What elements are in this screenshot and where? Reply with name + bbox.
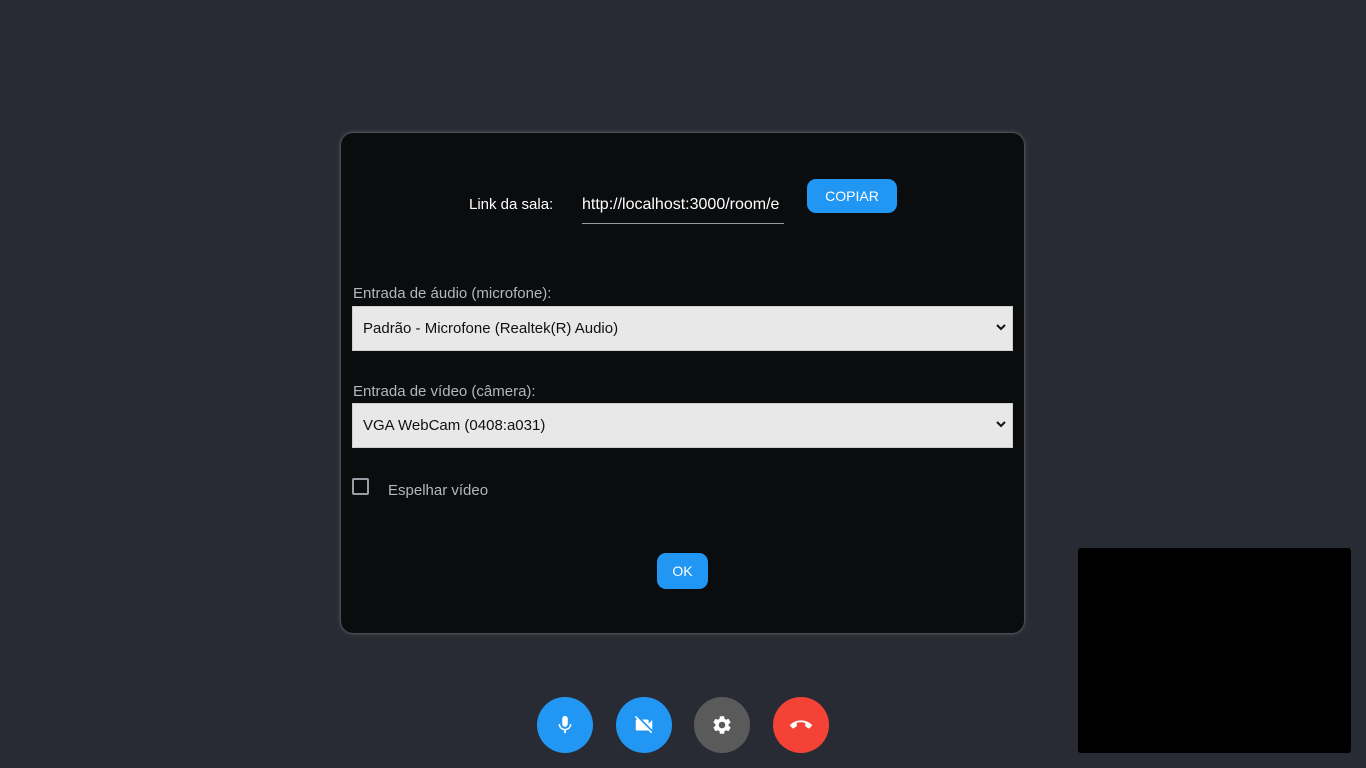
- microphone-button[interactable]: [537, 697, 593, 753]
- mirror-video-checkbox[interactable]: [352, 478, 369, 495]
- hang-up-icon: [790, 720, 812, 729]
- video-input-label: Entrada de vídeo (câmera):: [353, 383, 536, 400]
- video-input-select[interactable]: VGA WebCam (0408:a031): [352, 403, 1013, 448]
- gear-icon: [713, 716, 731, 734]
- room-link-input[interactable]: [582, 187, 784, 224]
- audio-input-select[interactable]: Padrão - Microfone (Realtek(R) Audio): [352, 306, 1013, 351]
- settings-button[interactable]: [694, 697, 750, 753]
- copy-button[interactable]: COPIAR: [807, 179, 897, 213]
- audio-input-value: Padrão - Microfone (Realtek(R) Audio): [363, 320, 619, 337]
- microphone-icon: [558, 715, 572, 734]
- ok-button[interactable]: OK: [657, 553, 708, 589]
- mirror-video-label[interactable]: Espelhar vídeo: [388, 482, 488, 499]
- chevron-down-icon: [996, 324, 1006, 331]
- camera-button[interactable]: [616, 697, 672, 753]
- settings-dialog: Link da sala: COPIAR Entrada de áudio (m…: [341, 133, 1024, 633]
- video-input-value: VGA WebCam (0408:a031): [363, 417, 546, 434]
- chevron-down-icon: [996, 421, 1006, 428]
- audio-input-label: Entrada de áudio (microfone):: [353, 285, 552, 302]
- local-video-preview: [1078, 548, 1351, 753]
- hang-up-button[interactable]: [773, 697, 829, 753]
- room-link-row: Link da sala: COPIAR: [341, 179, 1024, 229]
- video-off-icon: [634, 715, 653, 734]
- room-link-label: Link da sala:: [469, 196, 554, 213]
